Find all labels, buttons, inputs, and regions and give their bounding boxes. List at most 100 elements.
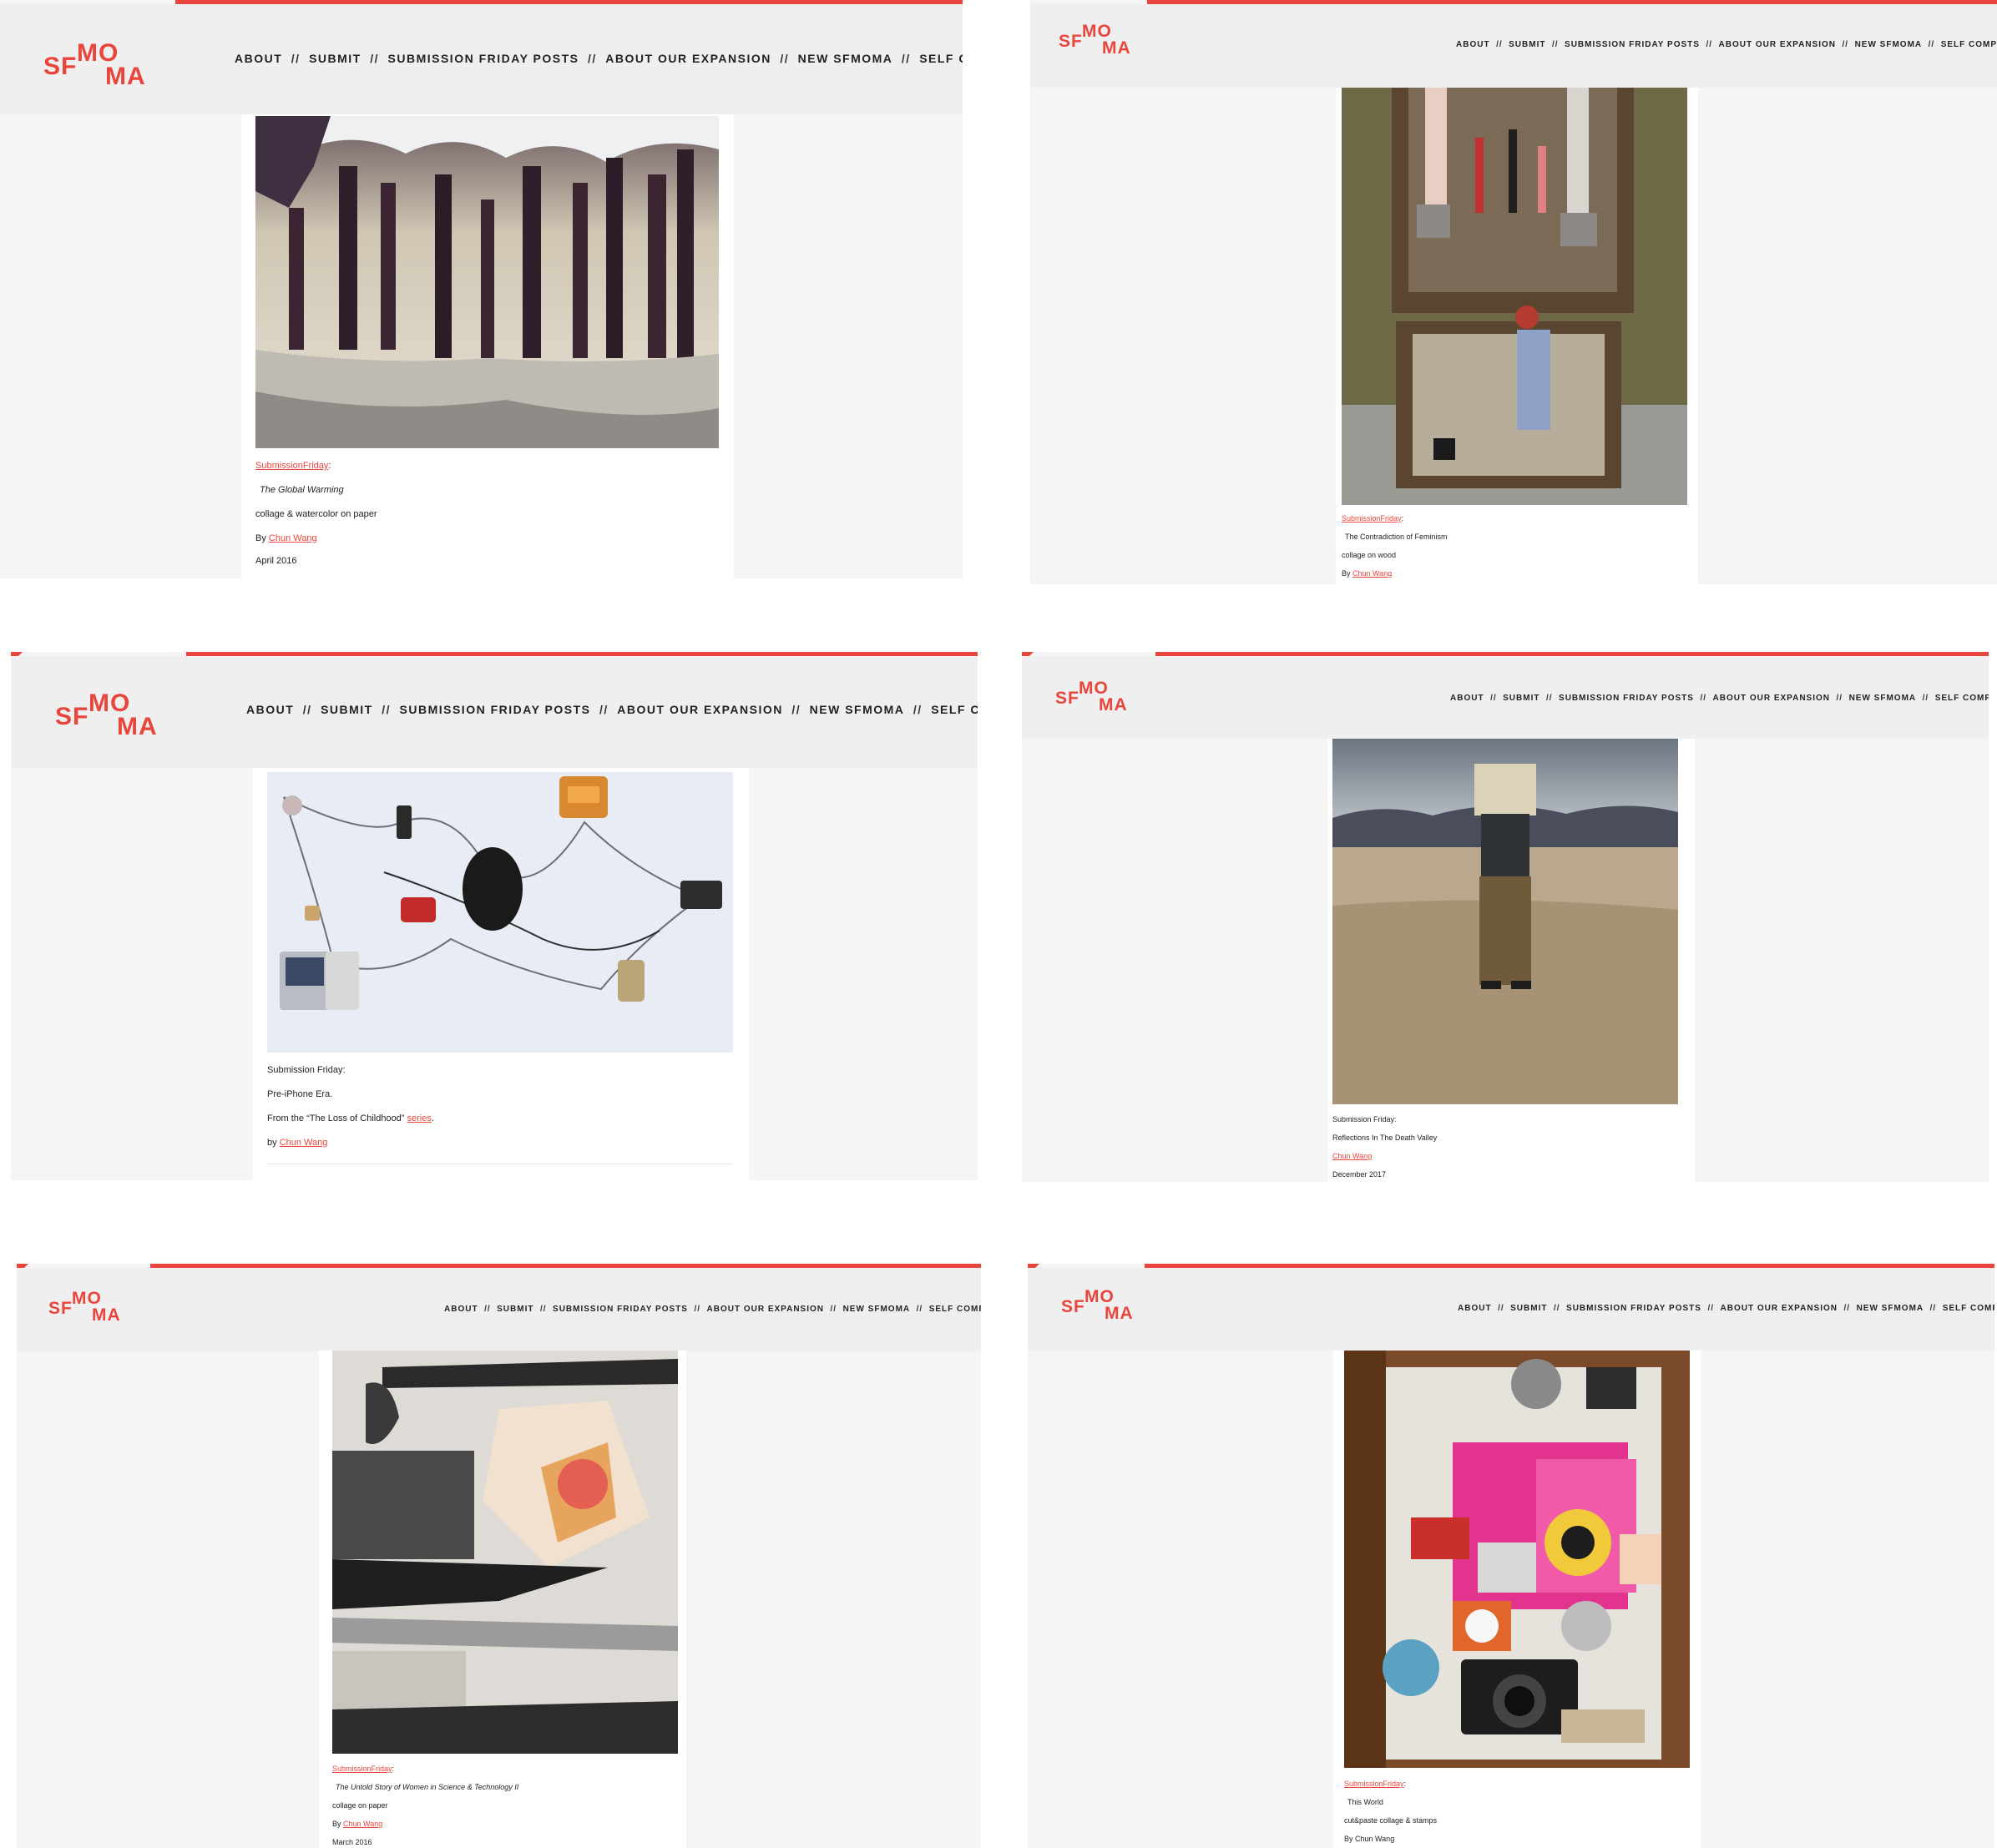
artwork-death-valley[interactable] — [1332, 739, 1678, 1104]
nav-about[interactable]: ABOUT — [1458, 1304, 1492, 1313]
post-byline: by Chun Wang — [267, 1139, 327, 1148]
post-tag: Submission Friday: — [267, 1065, 346, 1075]
nav-separator: // — [302, 703, 312, 716]
post-medium: collage & watercolor on paper — [255, 509, 377, 519]
sfmoma-logo[interactable]: SF MO MA — [55, 691, 172, 748]
nav-separator: // — [1553, 1304, 1560, 1313]
logo-sf: SF — [43, 53, 78, 80]
nav-separator: // — [1707, 1304, 1715, 1313]
nav-submission-friday-posts[interactable]: SUBMISSION FRIDAY POSTS — [1559, 694, 1694, 703]
post-title: This World — [1347, 1798, 1383, 1806]
nav-about[interactable]: ABOUT — [1450, 694, 1484, 703]
nav-about[interactable]: ABOUT — [235, 52, 282, 65]
submission-friday-link[interactable]: SubmissionFriday — [1344, 1780, 1404, 1788]
post-series: From the “The Loss of Childhood” series. — [267, 1114, 434, 1123]
colon: : — [1403, 1780, 1407, 1788]
nav-submission-friday-posts[interactable]: SUBMISSION FRIDAY POSTS — [1565, 40, 1700, 49]
nav-submit[interactable]: SUBMIT — [309, 52, 361, 65]
sfmoma-logo[interactable]: SF MO MA — [1055, 679, 1139, 721]
nav-about[interactable]: ABOUT — [246, 703, 294, 716]
submission-friday-link[interactable]: SubmissionFriday — [1342, 514, 1402, 523]
nav-about-expansion[interactable]: ABOUT OUR EXPANSION — [605, 52, 771, 65]
post-tag: SubmissionFriday: — [1344, 1780, 1406, 1788]
series-link[interactable]: series — [407, 1113, 432, 1123]
nav-self-composed[interactable]: SELF COMPOSED — [1935, 694, 1989, 703]
nav-new-sfmoma[interactable]: NEW SFMOMA — [843, 1305, 911, 1314]
nav-new-sfmoma[interactable]: NEW SFMOMA — [798, 52, 893, 65]
artwork-this-world[interactable] — [1344, 1351, 1690, 1768]
nav-separator: // — [830, 1305, 837, 1314]
site-header: SF MO MA ABOUT // SUBMIT // SUBMISSION F… — [11, 656, 978, 768]
nav-submit[interactable]: SUBMIT — [321, 703, 373, 716]
nav-about-expansion[interactable]: ABOUT OUR EXPANSION — [1721, 1304, 1838, 1313]
submission-friday-link[interactable]: SubmissionFriday — [255, 461, 328, 471]
artist-link[interactable]: Chun Wang — [1352, 569, 1392, 578]
artist-link[interactable]: Chun Wang — [343, 1820, 382, 1828]
nav-new-sfmoma[interactable]: NEW SFMOMA — [1857, 1304, 1924, 1313]
nav-about-expansion[interactable]: ABOUT OUR EXPANSION — [1713, 694, 1831, 703]
main-nav: ABOUT // SUBMIT // SUBMISSION FRIDAY POS… — [1450, 694, 1989, 703]
nav-self-composed[interactable]: SELF COMPOSED — [929, 1305, 981, 1314]
byline-prefix: By — [332, 1820, 344, 1828]
post-tag: SubmissionFriday: — [255, 462, 331, 471]
artist-link[interactable]: Chun Wang — [269, 533, 317, 543]
nav-self-composed[interactable]: SELF COMPOSED — [919, 52, 963, 65]
logo-ma: MA — [1105, 1304, 1134, 1323]
artwork-pre-iphone-era[interactable] — [267, 772, 733, 1053]
nav-self-composed[interactable]: SELF COMPOSED — [1941, 40, 1997, 49]
post-medium: collage on wood — [1342, 551, 1397, 559]
nav-self-composed[interactable]: SELF COMPOSED — [931, 703, 978, 716]
nav-submit[interactable]: SUBMIT — [1503, 694, 1539, 703]
artwork-contradiction-of-feminism[interactable] — [1342, 88, 1687, 505]
logo-ma: MA — [92, 1305, 121, 1325]
nav-about-expansion[interactable]: ABOUT OUR EXPANSION — [707, 1305, 825, 1314]
nav-separator: // — [1843, 1304, 1851, 1313]
nav-about[interactable]: ABOUT — [1456, 40, 1490, 49]
sfmoma-logo[interactable]: SF MO MA — [1061, 1288, 1145, 1330]
nav-submission-friday-posts[interactable]: SUBMISSION FRIDAY POSTS — [388, 52, 579, 65]
artist-link[interactable]: Chun Wang — [1332, 1152, 1372, 1160]
nav-about-expansion[interactable]: ABOUT OUR EXPANSION — [1719, 40, 1837, 49]
nav-new-sfmoma[interactable]: NEW SFMOMA — [810, 703, 905, 716]
post-title: Reflections In The Death Valley — [1332, 1134, 1438, 1142]
nav-self-composed[interactable]: SELF COMPOSED — [1943, 1304, 1994, 1313]
sfmoma-logo[interactable]: SF MO MA — [48, 1290, 132, 1331]
nav-separator: // — [291, 52, 301, 65]
site-header: SF MO MA ABOUT // SUBMIT // SUBMISSION F… — [17, 1268, 981, 1351]
nav-separator: // — [913, 703, 923, 716]
screenshot-panel-4: SF MO MA ABOUT // SUBMIT // SUBMISSION F… — [1022, 652, 1989, 1182]
post-byline: By Chun Wang — [1342, 570, 1392, 578]
nav-new-sfmoma[interactable]: NEW SFMOMA — [1849, 694, 1917, 703]
nav-about-expansion[interactable]: ABOUT OUR EXPANSION — [617, 703, 783, 716]
logo-mo: MO — [1084, 1287, 1115, 1306]
nav-submission-friday-posts[interactable]: SUBMISSION FRIDAY POSTS — [400, 703, 591, 716]
nav-submit[interactable]: SUBMIT — [497, 1305, 533, 1314]
artwork-global-warming[interactable] — [255, 116, 719, 448]
artist-link[interactable]: Chun Wang — [280, 1138, 328, 1148]
sfmoma-logo[interactable]: SF MO MA — [1059, 23, 1142, 64]
artwork-women-in-science[interactable] — [332, 1351, 678, 1754]
sfmoma-logo[interactable]: SF MO MA — [43, 41, 160, 98]
logo-ma: MA — [117, 713, 158, 740]
nav-submit[interactable]: SUBMIT — [1510, 1304, 1547, 1313]
logo-ma: MA — [1102, 38, 1131, 58]
logo-sf: SF — [1061, 1297, 1085, 1316]
main-nav: ABOUT // SUBMIT // SUBMISSION FRIDAY POS… — [1458, 1304, 1994, 1313]
nav-new-sfmoma[interactable]: NEW SFMOMA — [1855, 40, 1923, 49]
nav-separator: // — [1700, 694, 1707, 703]
site-header: SF MO MA ABOUT // SUBMIT // SUBMISSION F… — [1022, 656, 1989, 739]
nav-separator: // — [1498, 1304, 1504, 1313]
nav-submission-friday-posts[interactable]: SUBMISSION FRIDAY POSTS — [1566, 1304, 1701, 1313]
logo-sf: SF — [55, 703, 89, 730]
nav-submit[interactable]: SUBMIT — [1509, 40, 1545, 49]
byline-prefix: By — [1342, 569, 1353, 578]
post-card: SubmissionFriday: The Untold Story of Wo… — [319, 1351, 686, 1848]
site-header: SF MO MA ABOUT // SUBMIT // SUBMISSION F… — [1028, 1268, 1994, 1351]
main-nav: ABOUT // SUBMIT // SUBMISSION FRIDAY POS… — [235, 52, 963, 65]
post-card: Submission Friday: Pre-iPhone Era. From … — [253, 768, 749, 1180]
submission-friday-link[interactable]: SubmissionFriday — [332, 1765, 392, 1773]
nav-about[interactable]: ABOUT — [444, 1305, 478, 1314]
nav-separator: // — [599, 703, 609, 716]
post-byline: By Chun Wang — [255, 534, 317, 543]
nav-submission-friday-posts[interactable]: SUBMISSION FRIDAY POSTS — [553, 1305, 688, 1314]
